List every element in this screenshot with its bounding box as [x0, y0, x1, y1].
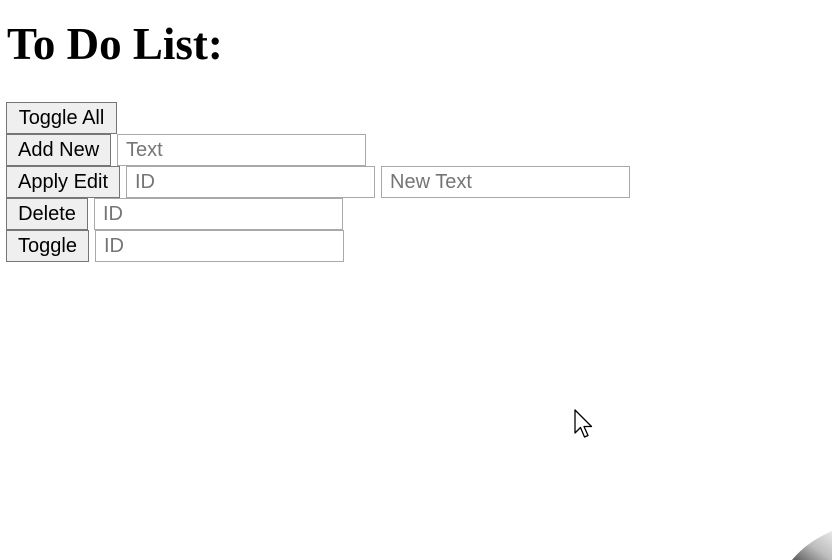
apply-edit-button[interactable]: Apply Edit — [6, 166, 120, 198]
toggle-all-button[interactable]: Toggle All — [6, 102, 117, 134]
apply-edit-new-text-input[interactable] — [381, 166, 630, 198]
apply-edit-id-input[interactable] — [126, 166, 375, 198]
mouse-pointer-icon — [574, 409, 593, 438]
add-new-text-input[interactable] — [117, 134, 366, 166]
delete-button[interactable]: Delete — [6, 198, 88, 230]
delete-id-input[interactable] — [94, 198, 343, 230]
toggle-button[interactable]: Toggle — [6, 230, 89, 262]
add-new-button[interactable]: Add New — [6, 134, 111, 166]
page-title: To Do List: — [7, 19, 223, 69]
toggle-id-input[interactable] — [95, 230, 344, 262]
corner-graphic — [792, 531, 832, 560]
